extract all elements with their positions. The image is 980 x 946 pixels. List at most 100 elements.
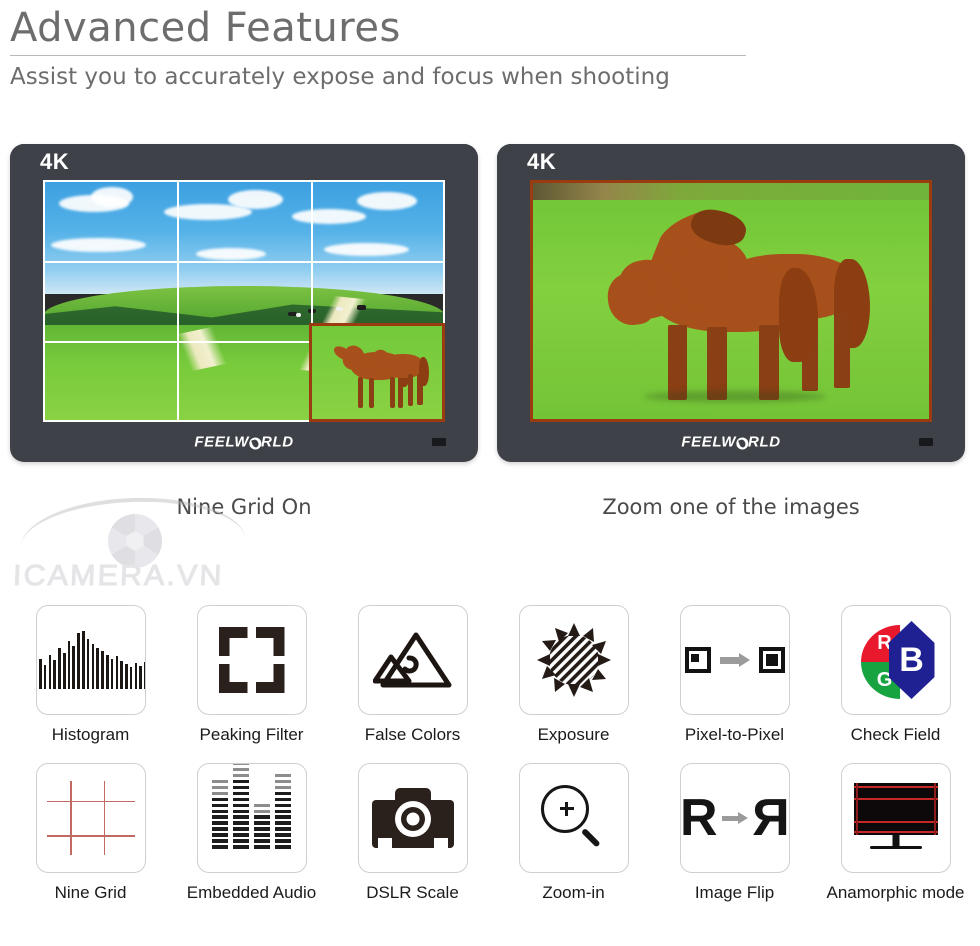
grid-line-h2 — [46, 835, 135, 837]
ir-sensor-icon — [919, 438, 933, 446]
feature-pixel-to-pixel[interactable]: Pixel-to-Pixel — [654, 605, 815, 745]
vu-segment — [275, 839, 291, 844]
histogram-bar — [48, 655, 52, 689]
feature-label: Zoom-in — [542, 883, 605, 902]
monitor-glyph — [853, 783, 938, 853]
feature-check-field[interactable]: R G B Check Field — [815, 605, 976, 745]
vu-segment — [233, 791, 249, 796]
feature-label: Pixel-to-Pixel — [684, 725, 785, 744]
arrow-right-icon — [721, 812, 748, 824]
vu-meter-column — [275, 773, 291, 849]
bracket-top-left — [218, 627, 248, 656]
exposure-sun-icon — [518, 605, 629, 715]
histogram-bar — [39, 659, 42, 689]
vu-segment — [233, 821, 249, 826]
vu-segment-peak — [233, 767, 249, 772]
vu-segment — [275, 845, 291, 849]
monitor-nine-grid: 4K FEELW RLD — [10, 144, 478, 462]
grid-line-v1 — [70, 781, 72, 855]
vu-segment-peak — [275, 779, 291, 784]
feature-icon-grid: Histogram Peaking Filter False Colors Ex… — [0, 605, 980, 921]
vu-segment — [233, 827, 249, 832]
nine-grid-icon — [35, 763, 146, 873]
vu-segment — [254, 821, 270, 826]
vu-segment-peak — [254, 809, 270, 814]
vu-segment — [212, 815, 228, 820]
histogram-bar — [110, 659, 114, 689]
feature-label: Embedded Audio — [186, 883, 317, 902]
histogram-bar — [129, 667, 133, 689]
histogram-bar — [91, 644, 95, 689]
caption-nine-grid-on: Nine Grid On — [176, 495, 312, 519]
sun-glyph — [536, 623, 611, 697]
feature-histogram[interactable]: Histogram — [10, 605, 171, 745]
vu-segment — [233, 839, 249, 844]
vu-segment-peak — [212, 779, 228, 784]
advanced-features-page: Advanced Features Assist you to accurate… — [0, 0, 980, 946]
vu-segment — [275, 791, 291, 796]
histogram-bar — [144, 662, 145, 689]
vu-segment — [212, 839, 228, 844]
vu-meter-column — [254, 803, 270, 849]
vu-segment-peak — [212, 791, 228, 796]
pixel-mapping-glyph — [684, 647, 785, 673]
feelworld-logo: FEELW RLD — [194, 434, 293, 451]
page-header: Advanced Features Assist you to accurate… — [10, 2, 770, 94]
vu-segment — [233, 785, 249, 790]
feature-image-flip[interactable]: R R Image Flip — [654, 763, 815, 903]
feature-zoom-in[interactable]: Zoom-in — [493, 763, 654, 903]
false-colors-icon — [357, 605, 468, 715]
feature-anamorphic-mode[interactable]: Anamorphic mode — [815, 763, 976, 903]
brand-text-pre: FEELW — [681, 433, 737, 451]
camera-glyph — [371, 788, 454, 848]
feature-nine-grid[interactable]: Nine Grid — [10, 763, 171, 903]
page-title: Advanced Features — [10, 5, 401, 51]
feature-label: Anamorphic mode — [826, 883, 965, 902]
vu-segment — [254, 833, 270, 838]
mountains-glyph — [372, 632, 451, 688]
feature-label: Peaking Filter — [199, 725, 304, 744]
badge-4k: 4K — [527, 149, 557, 174]
histogram-bar — [134, 663, 138, 689]
anamorphic-band-top — [853, 786, 938, 788]
feature-embedded-audio[interactable]: Embedded Audio — [171, 763, 332, 903]
grid-line-h1 — [46, 800, 135, 803]
brand-text-post: RLD — [748, 433, 781, 451]
vu-segment-peak — [254, 803, 270, 808]
camera-notch-left — [377, 838, 392, 848]
dslr-camera-icon — [357, 763, 468, 873]
feature-label: False Colors — [364, 725, 461, 744]
monitor-bottom-bezel: FEELW RLD — [497, 422, 965, 462]
feature-false-colors[interactable]: False Colors — [332, 605, 493, 745]
magnifier-glyph — [539, 783, 609, 853]
zoom-selection-box[interactable] — [309, 322, 445, 422]
zoomed-horses-image — [533, 183, 929, 419]
histogram-bar — [53, 660, 56, 689]
vu-segment — [254, 827, 270, 832]
source-pixel-box — [684, 647, 711, 673]
bracket-bottom-right — [255, 664, 285, 693]
peaking-filter-icon — [196, 605, 307, 715]
page-subtitle: Assist you to accurately expose and focu… — [10, 64, 670, 90]
magnifier-plus-icon — [518, 763, 629, 873]
feature-peaking-filter[interactable]: Peaking Filter — [171, 605, 332, 745]
monitor-screen-right — [530, 180, 932, 422]
magnifier-handle — [580, 827, 601, 848]
bracket-bottom-left — [218, 664, 248, 693]
vu-segment — [275, 809, 291, 814]
image-flip-icon: R R — [679, 763, 790, 873]
title-divider — [10, 55, 746, 56]
vu-segment-peak — [233, 764, 249, 766]
histogram-bar — [96, 648, 99, 689]
vu-segment — [233, 779, 249, 784]
vu-meter-column — [212, 779, 228, 849]
vu-segment — [275, 803, 291, 808]
histogram-bar — [101, 651, 104, 689]
feature-exposure[interactable]: Exposure — [493, 605, 654, 745]
feature-label: Nine Grid — [54, 883, 127, 902]
histogram-bar — [43, 665, 47, 689]
pixel-to-pixel-icon — [679, 605, 790, 715]
vu-meter-bars — [212, 764, 291, 849]
anamorphic-monitor-icon — [840, 763, 951, 873]
feature-dslr-scale[interactable]: DSLR Scale — [332, 763, 493, 903]
